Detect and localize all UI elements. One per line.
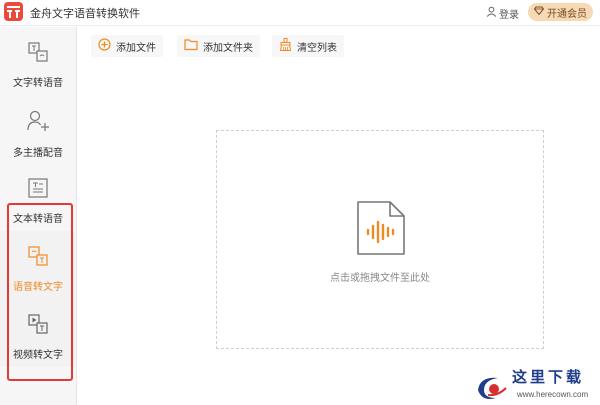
sidebar-item-speech-to-text[interactable]: 语音转文字 <box>0 231 76 299</box>
sidebar-item-label: 文本转语音 <box>13 214 63 225</box>
file-drop-zone[interactable]: 点击或拖拽文件至此处 <box>216 130 544 349</box>
video-to-text-icon <box>27 313 49 340</box>
sidebar-item-text-to-speech[interactable]: 文字转语音 <box>0 27 76 95</box>
sidebar-item-label: 视频转文字 <box>13 350 63 361</box>
add-file-button[interactable]: 添加文件 <box>91 35 163 57</box>
add-folder-label: 添加文件夹 <box>203 42 253 54</box>
sidebar-item-label: 多主播配音 <box>13 148 63 159</box>
folder-icon <box>184 38 198 54</box>
app-title: 金舟文字语音转换软件 <box>30 8 140 20</box>
app-logo-icon <box>4 2 23 21</box>
watermark-text: 这里下载 <box>512 368 585 386</box>
plus-circle-icon <box>98 38 111 54</box>
sidebar: 文字转语音 多主播配音 文本转语音 语音转文字 视频转文字 <box>0 27 77 405</box>
login-label: 登录 <box>499 9 519 21</box>
sidebar-item-multi-speaker[interactable]: 多主播配音 <box>0 95 76 163</box>
clear-list-button[interactable]: 清空列表 <box>272 35 344 57</box>
speech-to-text-icon <box>27 245 49 272</box>
sidebar-item-label: 语音转文字 <box>13 282 63 293</box>
text-to-speech-icon <box>27 41 49 68</box>
watermark-url: www.herecown.com <box>517 390 589 399</box>
audio-file-icon <box>356 200 406 261</box>
title-bar: 金舟文字语音转换软件 登录 开通会员 <box>0 0 600 26</box>
vip-button[interactable]: 开通会员 <box>528 3 593 21</box>
add-folder-button[interactable]: 添加文件夹 <box>177 35 260 57</box>
sidebar-item-document-to-speech[interactable]: 文本转语音 <box>0 163 76 231</box>
diamond-icon <box>533 6 545 18</box>
toolbar: 添加文件 添加文件夹 清空列表 <box>78 27 600 65</box>
multi-speaker-icon <box>26 109 50 138</box>
user-icon <box>486 6 497 20</box>
watermark-logo-icon <box>474 372 510 405</box>
document-icon <box>27 177 49 204</box>
clear-list-label: 清空列表 <box>297 42 337 54</box>
drop-hint-text: 点击或拖拽文件至此处 <box>330 273 430 284</box>
vip-label: 开通会员 <box>547 8 587 20</box>
sidebar-item-label: 文字转语音 <box>13 78 63 89</box>
sidebar-item-video-to-text[interactable]: 视频转文字 <box>0 299 76 367</box>
broom-icon <box>279 38 292 54</box>
add-file-label: 添加文件 <box>116 42 156 54</box>
login-button[interactable]: 登录 <box>486 5 519 21</box>
